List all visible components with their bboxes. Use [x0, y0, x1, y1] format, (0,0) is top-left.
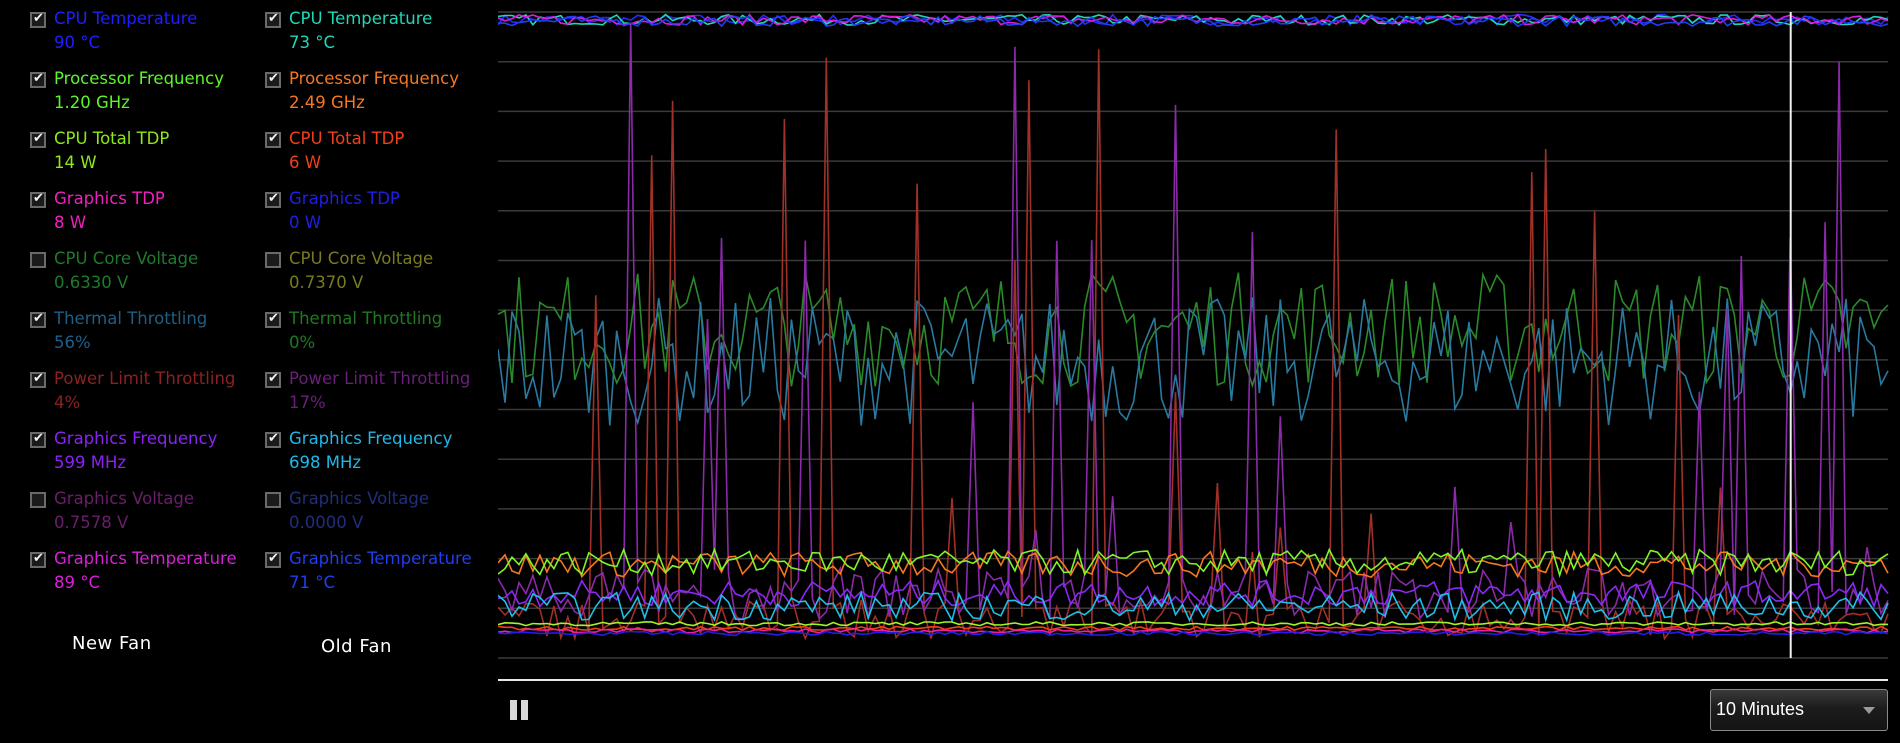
metric-value: 0.7370 V: [289, 273, 364, 292]
metric-value: 73 °C: [289, 33, 336, 52]
metric-item: Graphics TDP 0 W: [263, 188, 493, 246]
metric-item: Processor Frequency 1.20 GHz: [28, 68, 258, 126]
metric-item: Processor Frequency 2.49 GHz: [263, 68, 493, 126]
metric-label: CPU Temperature: [54, 9, 198, 28]
metric-value: 0 W: [289, 213, 322, 232]
metric-value: 14 W: [54, 153, 97, 172]
metric-item: Power Limit Throttling 17%: [263, 368, 493, 426]
metric-value: 698 MHz: [289, 453, 362, 472]
panel-title-new-fan: New Fan: [72, 633, 152, 654]
metric-label: Graphics Frequency: [54, 429, 218, 448]
metric-checkbox[interactable]: [30, 131, 46, 148]
metric-checkbox[interactable]: [265, 11, 281, 28]
metric-label: Power Limit Throttling: [54, 369, 236, 388]
metric-checkbox[interactable]: [30, 71, 46, 88]
metric-label: Thermal Throttling: [289, 309, 443, 328]
metric-value: 6 W: [289, 153, 322, 172]
pause-icon: [510, 700, 517, 720]
metric-checkbox[interactable]: [265, 551, 281, 568]
metric-item: CPU Total TDP 14 W: [28, 128, 258, 186]
metric-item: Power Limit Throttling 4%: [28, 368, 258, 426]
metric-value: 0.6330 V: [54, 273, 129, 292]
chevron-down-icon: [1863, 707, 1875, 714]
metric-checkbox[interactable]: [265, 371, 281, 388]
metric-label: CPU Total TDP: [54, 129, 170, 148]
metric-checkbox[interactable]: [30, 191, 46, 208]
metric-value: 71 °C: [289, 573, 336, 592]
metric-label: Graphics Temperature: [289, 549, 472, 568]
metric-item: Graphics Frequency 599 MHz: [28, 428, 258, 486]
metric-checkbox[interactable]: [265, 311, 281, 328]
metric-item: Graphics Frequency 698 MHz: [263, 428, 493, 486]
metric-item: Thermal Throttling 56%: [28, 308, 258, 366]
metric-label: CPU Core Voltage: [54, 249, 199, 268]
metric-checkbox[interactable]: [265, 191, 281, 208]
metric-value: 56%: [54, 333, 91, 352]
metric-value: 4%: [54, 393, 81, 412]
metric-item: Graphics TDP 8 W: [28, 188, 258, 246]
metric-value: 90 °C: [54, 33, 101, 52]
metric-label: Thermal Throttling: [54, 309, 208, 328]
metric-checkbox[interactable]: [30, 551, 46, 568]
metric-item: Graphics Temperature 71 °C: [263, 548, 493, 606]
pause-button[interactable]: [510, 700, 530, 720]
metric-label: Power Limit Throttling: [289, 369, 471, 388]
metric-label: CPU Temperature: [289, 9, 433, 28]
metric-checkbox[interactable]: [30, 371, 46, 388]
metric-value: 0.0000 V: [289, 513, 364, 532]
metric-label: Graphics Voltage: [54, 489, 195, 508]
metric-value: 0.7578 V: [54, 513, 129, 532]
metric-label: Graphics Frequency: [289, 429, 453, 448]
monitor-chart: [498, 11, 1889, 659]
metric-item: Graphics Voltage 0.0000 V: [263, 488, 493, 546]
metric-value: 89 °C: [54, 573, 101, 592]
metric-value: 17%: [289, 393, 326, 412]
metric-checkbox[interactable]: [265, 492, 281, 508]
metric-label: Graphics TDP: [289, 189, 400, 208]
metric-label: Graphics Voltage: [289, 489, 430, 508]
metric-value: 0%: [289, 333, 316, 352]
metric-item: CPU Core Voltage 0.7370 V: [263, 248, 493, 306]
metric-item: CPU Core Voltage 0.6330 V: [28, 248, 258, 306]
metric-label: Processor Frequency: [54, 69, 224, 88]
series-line: [498, 23, 1889, 621]
panel-title-old-fan: Old Fan: [321, 636, 392, 657]
metric-checkbox[interactable]: [30, 431, 46, 448]
metric-label: Graphics TDP: [54, 189, 165, 208]
metric-item: Thermal Throttling 0%: [263, 308, 493, 366]
metric-checkbox[interactable]: [265, 131, 281, 148]
metric-item: CPU Temperature 90 °C: [28, 8, 258, 66]
metric-value: 2.49 GHz: [289, 93, 365, 112]
metric-checkbox[interactable]: [30, 311, 46, 328]
metric-item: CPU Total TDP 6 W: [263, 128, 493, 186]
metric-checkbox[interactable]: [30, 492, 46, 508]
metric-checkbox[interactable]: [30, 11, 46, 28]
metric-checkbox[interactable]: [30, 252, 46, 268]
metric-checkbox[interactable]: [265, 71, 281, 88]
time-range-value: 10 Minutes: [1716, 699, 1805, 719]
metric-label: Graphics Temperature: [54, 549, 237, 568]
metric-label: CPU Core Voltage: [289, 249, 434, 268]
chart-baseline: [498, 679, 1888, 681]
metric-label: CPU Total TDP: [289, 129, 405, 148]
metric-item: Graphics Temperature 89 °C: [28, 548, 258, 606]
metric-value: 1.20 GHz: [54, 93, 130, 112]
metric-label: Processor Frequency: [289, 69, 459, 88]
metric-checkbox[interactable]: [265, 252, 281, 268]
time-range-dropdown[interactable]: 10 Minutes: [1710, 689, 1888, 731]
metric-item: Graphics Voltage 0.7578 V: [28, 488, 258, 546]
metric-value: 599 MHz: [54, 453, 127, 472]
metric-checkbox[interactable]: [265, 431, 281, 448]
metric-item: CPU Temperature 73 °C: [263, 8, 493, 66]
metric-value: 8 W: [54, 213, 87, 232]
